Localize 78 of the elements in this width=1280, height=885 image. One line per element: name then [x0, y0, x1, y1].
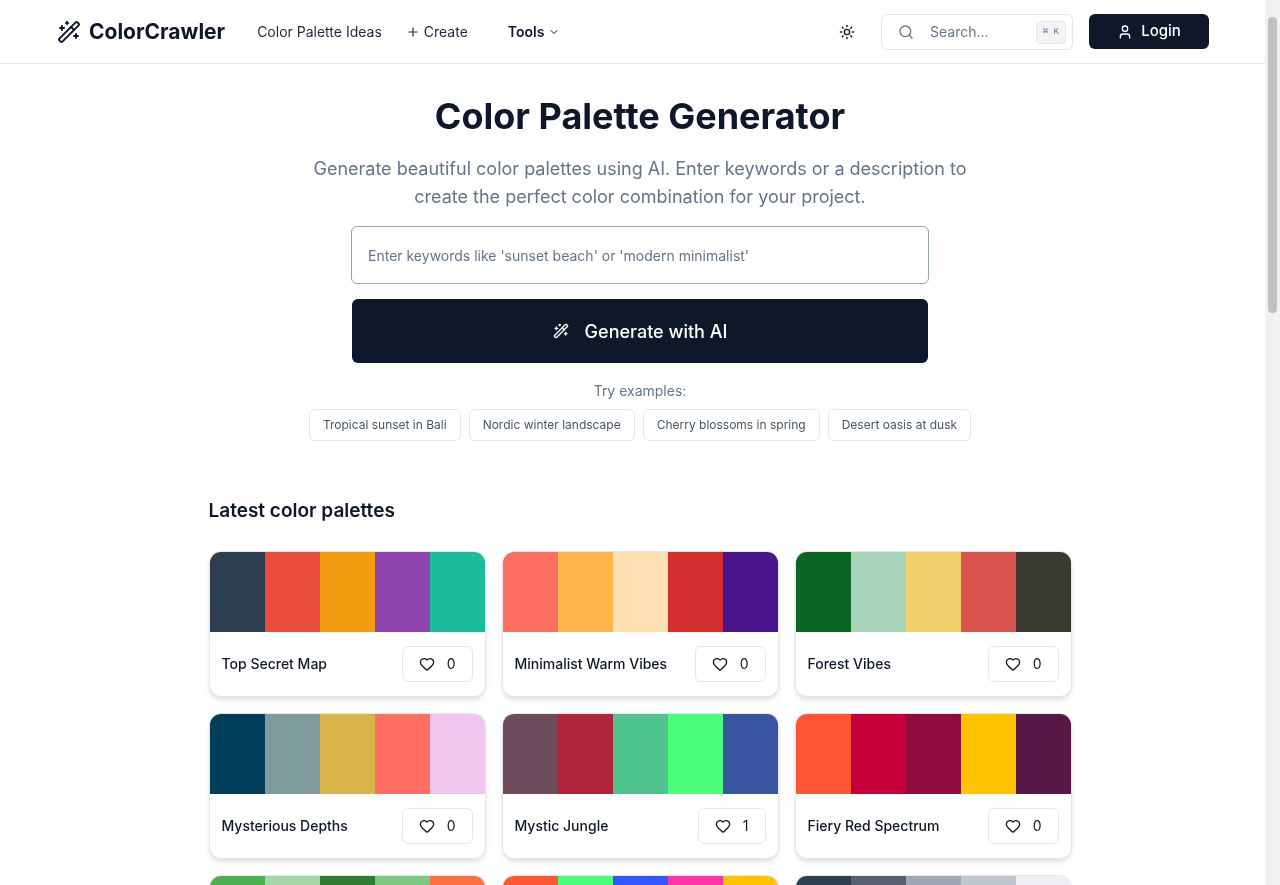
- color-swatch[interactable]: [722, 713, 778, 794]
- scrollbar[interactable]: [1265, 0, 1280, 885]
- login-button[interactable]: Login: [1089, 14, 1209, 49]
- keyboard-shortcut: ⌘ K: [1035, 20, 1066, 44]
- color-swatch[interactable]: [905, 713, 961, 794]
- color-swatch[interactable]: [557, 713, 613, 794]
- color-swatch[interactable]: [319, 713, 375, 794]
- color-swatch[interactable]: [264, 551, 320, 632]
- create-link[interactable]: Create: [405, 21, 468, 42]
- tools-menu-button[interactable]: Tools: [507, 21, 561, 42]
- like-button[interactable]: 0: [987, 645, 1059, 682]
- heart-icon: [418, 655, 435, 672]
- color-swatch[interactable]: [667, 713, 723, 794]
- page-title: Color Palette Generator: [434, 94, 846, 138]
- like-button[interactable]: 0: [694, 645, 766, 682]
- palette-card[interactable]: Mysterious Depths 0: [208, 712, 486, 859]
- color-swatch[interactable]: [850, 551, 906, 632]
- palette-card[interactable]: Minimalist Warm Vibes 0: [501, 550, 779, 697]
- color-swatch[interactable]: [905, 551, 961, 632]
- palette-name: Fiery Red Spectrum: [807, 816, 940, 836]
- plus-icon: [405, 24, 420, 39]
- palette-name: Mystic Jungle: [514, 816, 609, 836]
- color-swatch[interactable]: [795, 551, 851, 632]
- section-title: Latest color palettes: [208, 498, 396, 524]
- heart-icon: [714, 817, 731, 834]
- like-button[interactable]: 0: [401, 807, 473, 844]
- color-swatch[interactable]: [502, 551, 558, 632]
- color-swatch[interactable]: [264, 713, 320, 794]
- color-swatch[interactable]: [557, 551, 613, 632]
- heart-icon: [1004, 817, 1021, 834]
- palette-card[interactable]: Forest Vibes 0: [794, 550, 1072, 697]
- color-swatch[interactable]: [612, 713, 668, 794]
- color-swatch[interactable]: [1015, 713, 1071, 794]
- brand-name[interactable]: ColorCrawler: [89, 15, 226, 48]
- color-swatch[interactable]: [429, 713, 485, 794]
- palette-name: Forest Vibes: [807, 654, 891, 674]
- color-swatch[interactable]: [850, 713, 906, 794]
- example-chip[interactable]: Tropical sunset in Bali: [308, 409, 461, 441]
- nav-link[interactable]: Color Palette Ideas: [257, 21, 382, 42]
- heart-icon: [418, 817, 435, 834]
- examples-label: Try examples:: [593, 381, 687, 401]
- scrollbar-thumb[interactable]: [1268, 17, 1277, 313]
- color-swatch[interactable]: [722, 551, 778, 632]
- color-swatch[interactable]: [960, 551, 1016, 632]
- color-swatch[interactable]: [502, 713, 558, 794]
- heart-icon: [1004, 655, 1021, 672]
- magic-wand-icon: [57, 19, 81, 44]
- example-chip[interactable]: Cherry blossoms in spring: [642, 409, 820, 441]
- keywords-input[interactable]: Enter keywords like 'sunset beach' or 'modern minimalist': [351, 226, 929, 284]
- palette-card[interactable]: Top Secret Map 0: [208, 550, 486, 697]
- palette-card[interactable]: Fiery Red Spectrum 0: [794, 712, 1072, 859]
- color-swatch[interactable]: [795, 713, 851, 794]
- sun-icon: [839, 23, 855, 40]
- magic-wand-icon: [552, 323, 569, 339]
- like-button[interactable]: 0: [987, 807, 1059, 844]
- color-swatch[interactable]: [374, 713, 430, 794]
- color-swatch[interactable]: [209, 713, 265, 794]
- color-swatch[interactable]: [429, 551, 485, 632]
- color-swatch[interactable]: [209, 551, 265, 632]
- color-swatch[interactable]: [319, 551, 375, 632]
- color-swatch[interactable]: [667, 551, 723, 632]
- theme-toggle-button[interactable]: [839, 23, 855, 40]
- palette-name: Mysterious Depths: [221, 816, 348, 836]
- like-button[interactable]: 1: [697, 807, 766, 844]
- example-chip[interactable]: Desert oasis at dusk: [827, 409, 972, 441]
- color-swatch[interactable]: [1015, 551, 1071, 632]
- palette-name: Minimalist Warm Vibes: [514, 654, 668, 674]
- generate-button[interactable]: Generate with AI: [352, 299, 928, 363]
- color-swatch[interactable]: [960, 713, 1016, 794]
- color-swatch[interactable]: [612, 551, 668, 632]
- color-swatch[interactable]: [374, 551, 430, 632]
- search-icon: [898, 23, 914, 40]
- heart-icon: [711, 655, 728, 672]
- palette-card[interactable]: Mystic Jungle 1: [501, 712, 779, 859]
- palette-name: Top Secret Map: [221, 654, 327, 674]
- like-button[interactable]: 0: [401, 645, 473, 682]
- example-chip[interactable]: Nordic winter landscape: [468, 409, 635, 441]
- page-subtitle: Generate beautiful color palettes using AI. Enter keywords or a description to create the perfect color combination for your project.: [312, 157, 968, 209]
